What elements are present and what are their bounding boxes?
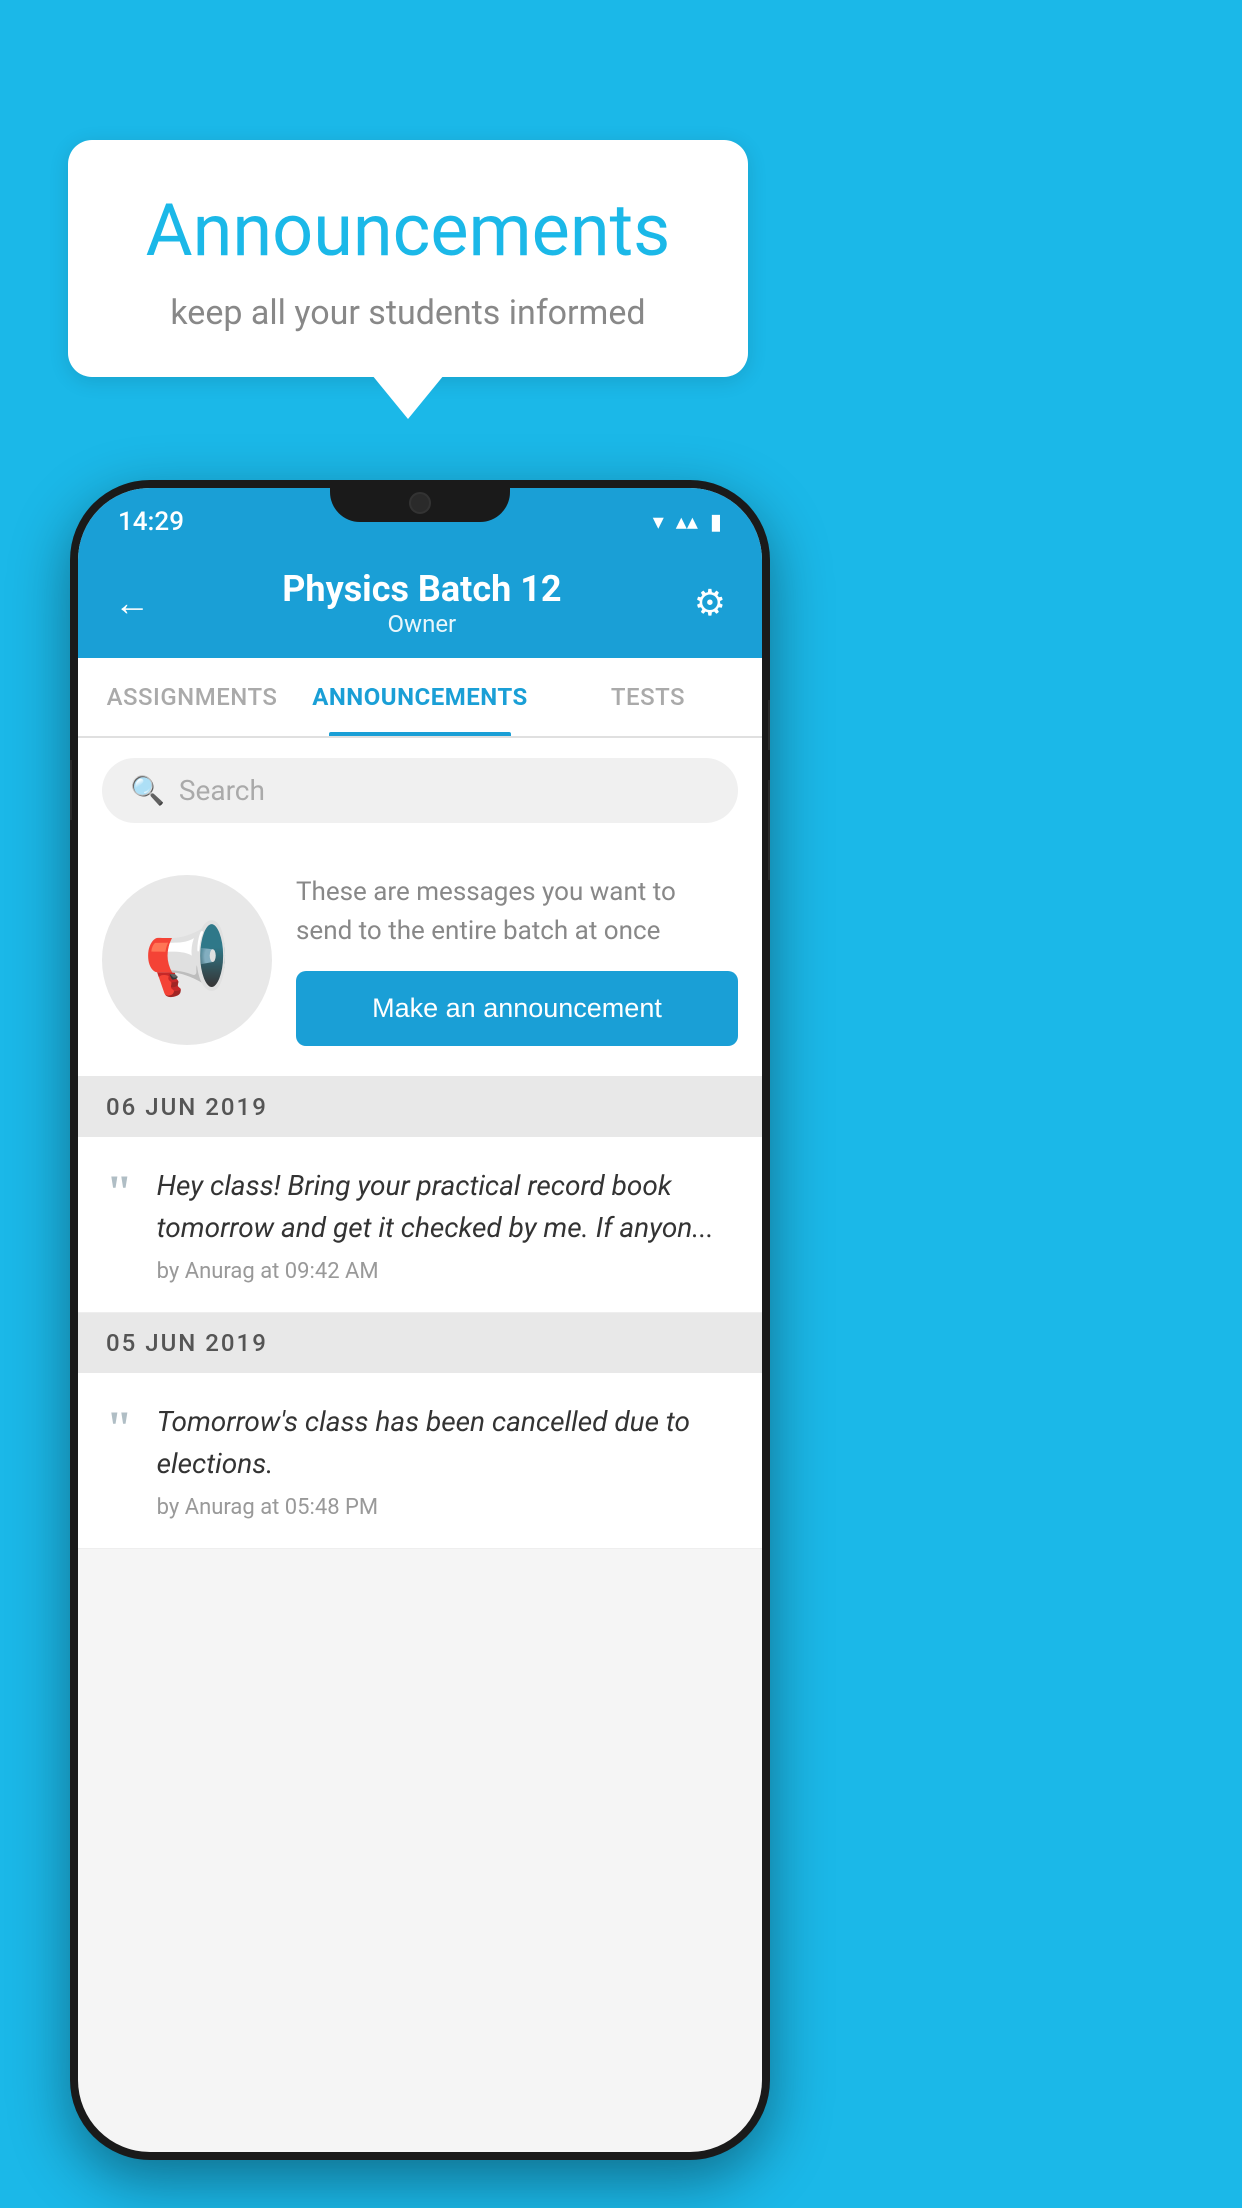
announcement-text-1: Hey class! Bring your practical record b… <box>157 1165 734 1249</box>
phone-notch <box>330 480 510 522</box>
settings-button[interactable]: ⚙ <box>694 582 726 624</box>
tab-assignments[interactable]: ASSIGNMENTS <box>78 658 306 736</box>
battery-icon: ▮ <box>710 510 722 535</box>
announcement-body-1: Hey class! Bring your practical record b… <box>157 1165 734 1284</box>
date-header-2: 05 JUN 2019 <box>78 1313 762 1373</box>
date-header-1: 06 JUN 2019 <box>78 1077 762 1137</box>
batch-title: Physics Batch 12 <box>282 568 561 610</box>
promo-right: These are messages you want to send to t… <box>296 873 738 1046</box>
tabs-bar: ASSIGNMENTS ANNOUNCEMENTS TESTS <box>78 658 762 738</box>
announcement-meta-2: by Anurag at 05:48 PM <box>157 1495 734 1520</box>
speech-bubble: Announcements keep all your students inf… <box>68 140 748 377</box>
power-button <box>768 700 770 750</box>
wifi-icon: ▾ <box>653 510 664 535</box>
quote-icon: " <box>106 1169 133 1217</box>
back-button[interactable]: ← <box>114 582 150 624</box>
megaphone-icon: 📢 <box>143 919 230 1001</box>
announcement-body-2: Tomorrow's class has been cancelled due … <box>157 1401 734 1520</box>
tab-announcements[interactable]: ANNOUNCEMENTS <box>306 658 534 736</box>
header-title-block: Physics Batch 12 Owner <box>282 568 561 638</box>
volume-button <box>70 760 72 820</box>
quote-icon-2: " <box>106 1405 133 1453</box>
camera <box>409 492 431 514</box>
tab-tests[interactable]: TESTS <box>534 658 762 736</box>
make-announcement-button[interactable]: Make an announcement <box>296 971 738 1046</box>
search-placeholder: Search <box>179 774 265 807</box>
search-container: 🔍 Search <box>78 738 762 843</box>
signal-icon: ▴▴ <box>676 510 698 535</box>
phone-screen: 14:29 ▾ ▴▴ ▮ ← Physics Batch 12 Owner ⚙ … <box>78 488 762 2152</box>
search-bar[interactable]: 🔍 Search <box>102 758 738 823</box>
status-icons: ▾ ▴▴ ▮ <box>653 510 722 535</box>
announcement-promo: 📢 These are messages you want to send to… <box>78 843 762 1077</box>
phone-frame: 14:29 ▾ ▴▴ ▮ ← Physics Batch 12 Owner ⚙ … <box>70 480 770 2160</box>
announcement-item-1[interactable]: " Hey class! Bring your practical record… <box>78 1137 762 1313</box>
announcement-meta-1: by Anurag at 09:42 AM <box>157 1259 734 1284</box>
megaphone-circle: 📢 <box>102 875 272 1045</box>
volume-down-button <box>768 780 770 880</box>
announcement-item-2[interactable]: " Tomorrow's class has been cancelled du… <box>78 1373 762 1549</box>
promo-description: These are messages you want to send to t… <box>296 873 738 951</box>
search-icon: 🔍 <box>130 774 165 807</box>
status-time: 14:29 <box>118 507 184 537</box>
bubble-subtitle: keep all your students informed <box>128 293 688 333</box>
batch-role: Owner <box>282 610 561 638</box>
content-area: 🔍 Search 📢 These are messages you want t… <box>78 738 762 1549</box>
app-header: ← Physics Batch 12 Owner ⚙ <box>78 548 762 658</box>
bubble-title: Announcements <box>128 188 688 273</box>
announcement-text-2: Tomorrow's class has been cancelled due … <box>157 1401 734 1485</box>
